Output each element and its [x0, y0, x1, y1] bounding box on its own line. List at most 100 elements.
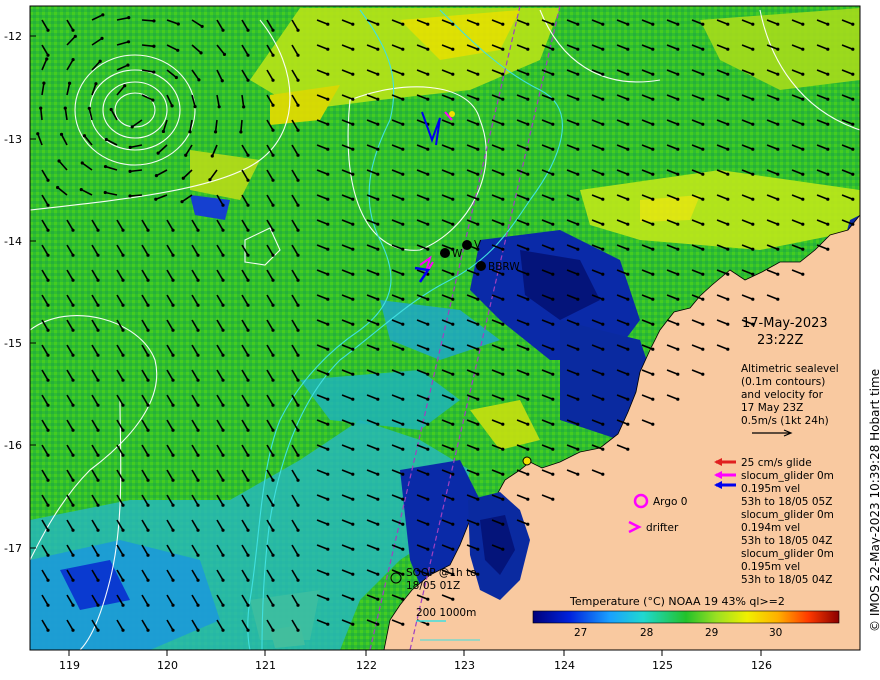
velocity-arrow-head	[751, 47, 755, 51]
velocity-arrow-head	[296, 478, 300, 482]
velocity-arrow-head	[221, 553, 225, 557]
velocity-arrow-head	[246, 603, 250, 607]
velocity-arrow-head	[246, 303, 250, 307]
velocity-arrow-head	[576, 22, 580, 26]
velocity-arrow-head	[551, 222, 555, 226]
velocity-arrow-head	[726, 322, 730, 326]
velocity-arrow-head	[451, 22, 455, 26]
velocity-arrow-head	[221, 303, 225, 307]
velocity-arrow-head	[801, 97, 805, 101]
velocity-arrow-head	[46, 528, 50, 532]
velocity-arrow-head	[296, 503, 300, 507]
svg-text:29: 29	[705, 627, 718, 639]
velocity-arrow-head	[196, 578, 200, 582]
velocity-arrow-head	[401, 122, 405, 126]
velocity-arrow-head	[376, 597, 380, 601]
velocity-arrow-head	[271, 453, 275, 457]
velocity-arrow-head	[576, 97, 580, 101]
velocity-arrow-head	[376, 522, 380, 526]
velocity-arrow-head	[326, 72, 330, 76]
velocity-arrow-head	[526, 522, 530, 526]
velocity-arrow-head	[701, 322, 705, 326]
velocity-arrow-head	[401, 472, 405, 476]
velocity-arrow-head	[376, 47, 380, 51]
velocity-arrow-head	[401, 197, 405, 201]
velocity-arrow-head	[501, 247, 505, 251]
velocity-arrow-head	[46, 428, 50, 432]
svg-text:slocum_glider 0m: slocum_glider 0m	[741, 509, 834, 521]
velocity-arrow-head	[196, 628, 200, 632]
colorbar-title: Temperature (°C) NOAA 19 43% ql>=2	[569, 595, 785, 608]
velocity-arrow-head	[776, 172, 780, 176]
velocity-arrow-head	[171, 503, 175, 507]
velocity-arrow-head	[751, 122, 755, 126]
svg-text:and velocity for: and velocity for	[741, 389, 824, 401]
velocity-arrow-head	[326, 122, 330, 126]
velocity-arrow-head	[326, 522, 330, 526]
velocity-arrow-head	[476, 172, 480, 176]
velocity-arrow-head	[576, 447, 580, 451]
date-label: 17-May-2023	[742, 316, 828, 331]
velocity-arrow-head	[71, 58, 75, 62]
velocity-arrow-head	[326, 572, 330, 576]
velocity-arrow-head	[46, 603, 50, 607]
velocity-arrow-head	[326, 172, 330, 176]
velocity-arrow-head	[98, 59, 102, 63]
velocity-arrow-head	[326, 397, 330, 401]
velocity-arrow-head	[376, 22, 380, 26]
velocity-arrow-head	[551, 272, 555, 276]
velocity-arrow-head	[271, 503, 275, 507]
velocity-arrow-head	[271, 228, 275, 232]
velocity-arrow-head	[826, 47, 830, 51]
velocity-arrow	[141, 19, 155, 22]
velocity-arrow-head	[197, 78, 201, 82]
velocity-arrow-head	[296, 578, 300, 582]
velocity-arrow-head	[451, 72, 455, 76]
velocity-arrow-head	[196, 428, 200, 432]
velocity-arrow-head	[246, 178, 250, 182]
velocity-arrow-head	[296, 403, 300, 407]
velocity-arrow-head	[217, 105, 221, 109]
velocity-arrow-head	[701, 47, 705, 51]
velocity-arrow-head	[221, 278, 225, 282]
velocity-arrow-head	[196, 328, 200, 332]
velocity-arrow-head	[426, 597, 430, 601]
velocity-arrow-head	[651, 222, 655, 226]
velocity-arrow-head	[551, 297, 555, 301]
velocity-arrow-head	[146, 253, 150, 257]
velocity-arrow-head	[551, 122, 555, 126]
velocity-arrow-head	[146, 278, 150, 282]
velocity-arrow-head	[526, 247, 530, 251]
station-bbrw-label: BBRW	[488, 261, 520, 273]
velocity-arrow-head	[196, 353, 200, 357]
velocity-arrow-head	[401, 622, 405, 626]
velocity-arrow-head	[351, 422, 355, 426]
velocity-arrow-head	[196, 528, 200, 532]
velocity-arrow-head	[128, 169, 132, 173]
velocity-arrow-head	[601, 397, 605, 401]
velocity-arrow-head	[651, 172, 655, 176]
svg-text:drifter: drifter	[646, 522, 679, 534]
velocity-arrow-head	[121, 378, 125, 382]
velocity-arrow-head	[501, 497, 505, 501]
velocity-arrow-head	[526, 422, 530, 426]
velocity-arrow-head	[326, 372, 330, 376]
velocity-arrow-head	[67, 81, 72, 85]
velocity-arrow-head	[401, 422, 405, 426]
velocity-arrow-head	[46, 628, 50, 632]
velocity-arrow-head	[146, 378, 150, 382]
velocity-arrow-head	[526, 222, 530, 226]
velocity-arrow-head	[221, 403, 225, 407]
velocity-arrow-head	[476, 197, 480, 201]
velocity-arrow-head	[576, 397, 580, 401]
velocity-arrow-head	[351, 222, 355, 226]
velocity-arrow-head	[296, 528, 300, 532]
velocity-arrow-head	[351, 547, 355, 551]
velocity-arrow-head	[476, 372, 480, 376]
velocity-arrow-head	[171, 328, 175, 332]
velocity-arrow	[240, 119, 243, 133]
velocity-arrow-head	[79, 187, 83, 192]
velocity-arrow-head	[326, 547, 330, 551]
velocity-arrow-head	[146, 628, 150, 632]
velocity-arrow-head	[851, 147, 855, 151]
